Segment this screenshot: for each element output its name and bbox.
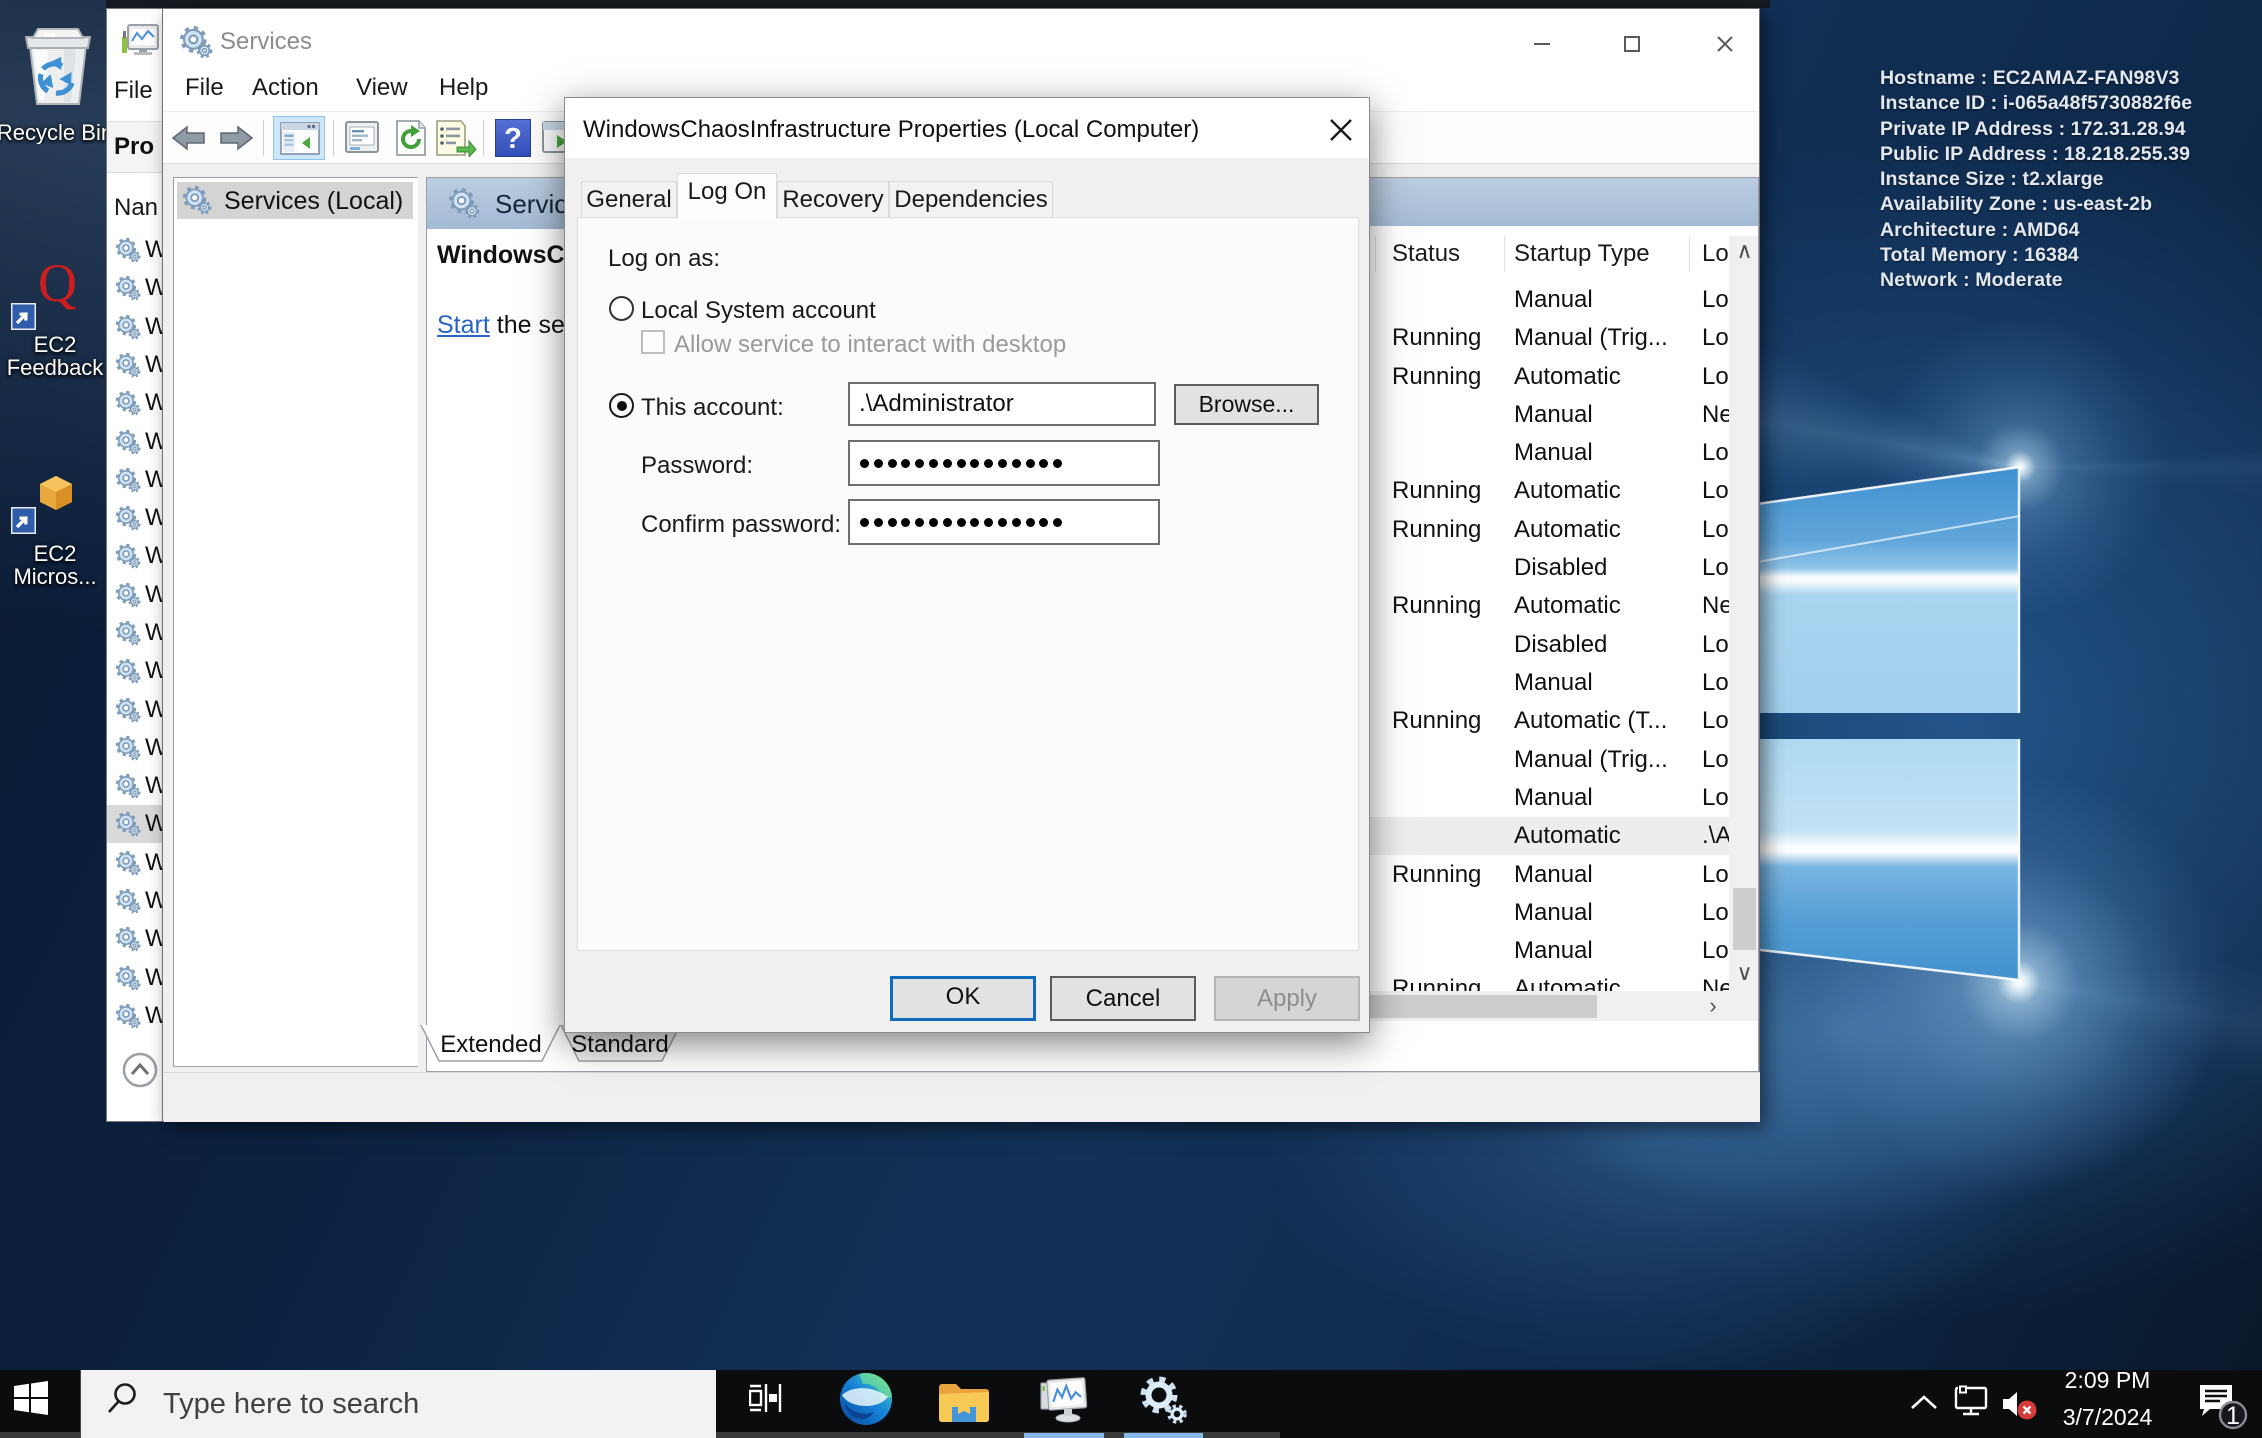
svg-text:Extended: Extended — [440, 1031, 541, 1058]
svg-text:1: 1 — [2226, 1402, 2240, 1430]
svg-text:Standard: Standard — [571, 1031, 668, 1058]
